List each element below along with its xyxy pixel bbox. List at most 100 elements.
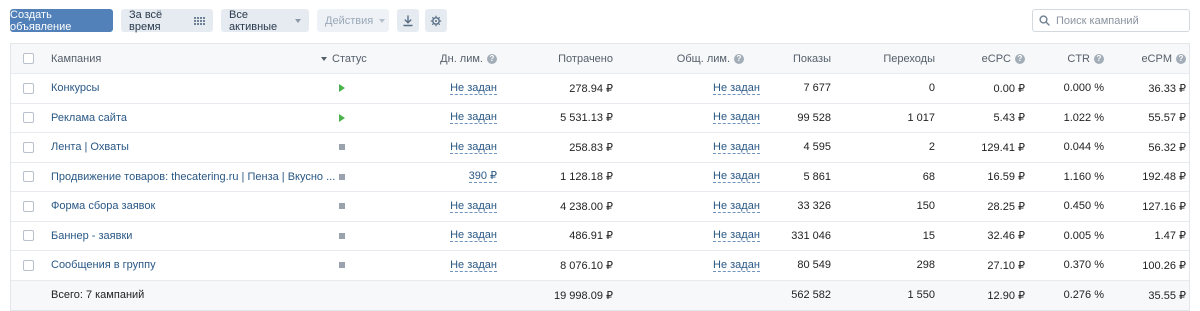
campaign-name-link[interactable]: Форма сбора заявок [51,200,155,212]
clicks-value: 2 [928,141,935,154]
status-stopped-icon[interactable] [339,203,345,210]
ecpm-value: 56.32 ₽ [1148,141,1186,154]
clicks-value: 1 017 [907,111,935,124]
day-limit-link[interactable]: Не задан [450,111,497,125]
spent-value: 8 076.10 ₽ [560,259,613,272]
table-row: Форма сбора заявок Не задан 4 238.00 ₽ Не з… [11,192,1189,222]
chevron-down-icon [295,18,301,23]
ecpc-value: 129.41 ₽ [981,141,1025,154]
search-box[interactable] [1032,9,1190,32]
clicks-value: 298 [916,259,935,272]
help-icon[interactable]: ? [1015,53,1025,64]
row-checkbox[interactable] [23,141,34,153]
campaign-name-link[interactable]: Сообщения в группу [51,259,156,271]
header-ecpm-label: eCPM [1141,52,1172,65]
row-checkbox[interactable] [23,200,34,212]
ctr-value: 1.160 % [1063,170,1104,183]
period-label: За всё время [129,8,163,33]
ctr-value: 0.005 % [1063,229,1104,242]
help-icon[interactable]: ? [1094,53,1104,64]
day-limit-link[interactable]: Не задан [450,229,497,243]
actions-label: Действия [325,14,374,27]
help-icon[interactable]: ? [487,53,497,64]
header-total-limit-label: Общ. лим. [676,52,730,65]
status-stopped-icon[interactable] [339,262,345,269]
clicks-value: 15 [922,229,935,242]
campaign-name-link[interactable]: Баннер - заявки [51,230,132,242]
shows-value: 4 595 [803,141,831,154]
header-ctr[interactable]: CTR ? [1031,44,1104,73]
day-limit-link[interactable]: Не задан [450,200,497,213]
download-icon [403,14,413,26]
header-ecpm[interactable]: eCPM ? [1111,44,1186,73]
table-row: Баннер - заявки Не задан 486.91 ₽ Не задан 3… [11,222,1189,251]
ctr-value: 0.370 % [1063,259,1104,272]
row-checkbox[interactable] [23,230,34,242]
day-limit-link[interactable]: 390 ₽ [468,170,497,184]
status-stopped-icon[interactable] [339,173,345,180]
table-body: Конкурсы Не задан 278.94 ₽ Не задан 7 677 0 0.… [11,74,1189,281]
settings-button[interactable] [425,9,447,32]
chevron-down-icon [379,18,386,23]
status-filter-select[interactable]: Все активные [221,9,309,33]
header-status[interactable]: Статус [321,44,381,73]
row-checkbox[interactable] [23,171,34,183]
status-stopped-icon[interactable] [339,144,345,151]
shows-value: 99 528 [797,111,831,124]
status-stopped-icon[interactable] [339,232,345,239]
campaign-name-link[interactable]: Реклама сайта [51,112,127,124]
table-row: Конкурсы Не задан 278.94 ₽ Не задан 7 677 0 0.… [11,74,1189,104]
ecpm-value: 36.33 ₽ [1148,82,1186,95]
spent-value: 1 128.18 ₽ [560,171,613,184]
download-button[interactable] [397,9,419,32]
shows-value: 331 046 [791,229,831,242]
header-clicks[interactable]: Переходы [841,44,935,73]
help-icon[interactable]: ? [1176,53,1186,64]
ecpc-value: 5.43 ₽ [993,112,1025,125]
shows-value: 5 861 [803,170,831,183]
day-limit-link[interactable]: Не задан [450,141,497,154]
period-select[interactable]: За всё время [121,8,213,33]
campaigns-table: Кампания Статус Дн. лим. ? Потрачено Общ… [10,43,1190,311]
row-checkbox[interactable] [23,112,34,124]
table-row: Сообщения в группу Не задан 8 076.10 ₽ Не з… [11,251,1189,281]
header-day-limit[interactable]: Дн. лим. ? [391,44,497,73]
header-shows[interactable]: Показы [751,44,831,73]
table-row: Продвижение товаров: thecatering.ru | Пе… [11,163,1189,192]
ecpc-value: 27.10 ₽ [987,259,1025,272]
table-header: Кампания Статус Дн. лим. ? Потрачено Общ… [11,44,1189,74]
campaign-name-link[interactable]: Продвижение товаров: thecatering.ru | Пе… [51,171,335,183]
day-limit-link[interactable]: Не задан [450,82,497,95]
header-ecpc[interactable]: eCPC ? [951,44,1025,73]
campaign-name-link[interactable]: Лента | Охваты [51,141,129,153]
campaign-name-link[interactable]: Конкурсы [51,82,99,94]
help-icon[interactable]: ? [734,53,744,64]
search-input[interactable] [1056,14,1181,27]
row-checkbox[interactable] [23,82,34,94]
ecpm-value: 100.26 ₽ [1142,259,1186,272]
ecpm-value: 127.16 ₽ [1142,200,1186,213]
status-active-icon[interactable] [339,84,345,93]
ecpc-value: 32.46 ₽ [987,230,1025,243]
table-row: Лента | Охваты Не задан 258.83 ₽ Не задан 4 … [11,133,1189,163]
row-checkbox[interactable] [23,259,34,271]
spent-value: 4 238.00 ₽ [560,200,613,213]
header-status-label: Статус [332,52,367,65]
table-row: Реклама сайта Не задан 5 531.13 ₽ Не задан 9… [11,104,1189,133]
day-limit-link[interactable]: Не задан [450,259,497,272]
header-ctr-label: CTR [1067,52,1090,65]
select-all-checkbox[interactable] [23,53,34,64]
ecpc-value: 0.00 ₽ [993,82,1025,95]
total-ctr: 0.276 % [1063,289,1104,301]
shows-value: 80 549 [797,259,831,272]
status-active-icon[interactable] [339,113,345,122]
header-total-limit[interactable]: Общ. лим. ? [631,44,744,73]
total-clicks: 1 550 [907,289,935,301]
header-campaign[interactable]: Кампания [51,44,311,73]
actions-dropdown[interactable]: Действия [317,9,389,32]
ecpc-value: 28.25 ₽ [987,200,1025,213]
total-spent: 19 998.09 ₽ [554,289,613,302]
ecpm-value: 1.47 ₽ [1154,230,1186,243]
create-ad-button[interactable]: Создать объявление [10,9,113,33]
header-spent[interactable]: Потрачено [511,44,613,73]
